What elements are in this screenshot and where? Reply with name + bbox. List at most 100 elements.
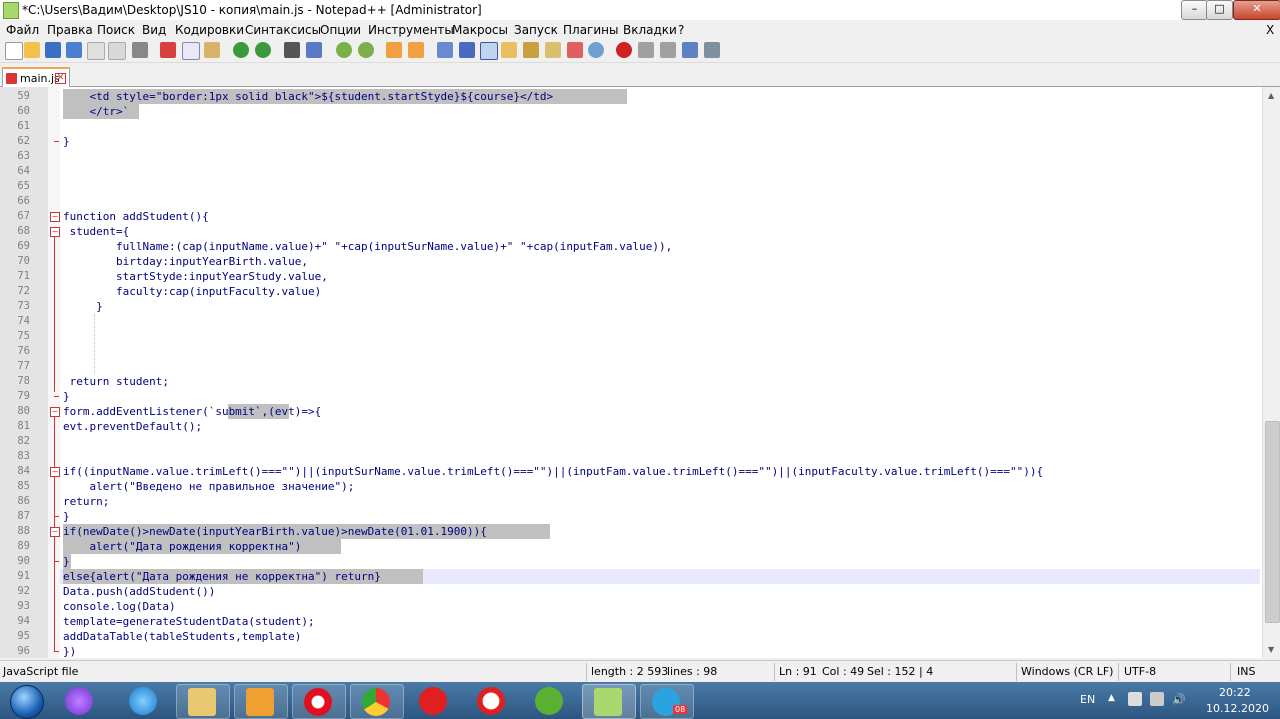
minimize-button[interactable]: – [1181, 0, 1208, 20]
yandex-icon [419, 687, 447, 715]
status-divider [586, 663, 587, 681]
code-line: 73 } [17, 300, 103, 313]
menu-tabs[interactable]: Вкладки [623, 23, 677, 37]
code-line: 77 [17, 360, 30, 372]
undo-icon[interactable] [233, 42, 249, 58]
telegram-badge: 08 [673, 705, 688, 714]
taskbar-alisa[interactable] [54, 684, 106, 717]
doc-map-icon[interactable] [523, 42, 539, 58]
scroll-up-icon[interactable]: ▲ [1268, 91, 1274, 100]
stop-macro-icon[interactable] [638, 42, 654, 58]
close-button[interactable]: ✕ [1233, 0, 1280, 20]
show-all-chars-icon[interactable] [459, 42, 475, 58]
paste-icon[interactable] [204, 42, 220, 58]
monitoring-icon[interactable] [588, 42, 604, 58]
save-macro-icon[interactable] [704, 42, 720, 58]
maximize-button[interactable]: □ [1206, 0, 1233, 20]
folder-icon [188, 688, 216, 716]
action-center-icon[interactable] [1128, 692, 1142, 706]
function-list-icon[interactable] [545, 42, 561, 58]
code-line: 85 alert("Введено не правильное значение… [17, 480, 355, 493]
print-icon[interactable] [132, 42, 148, 58]
menu-encoding[interactable]: Кодировки [175, 23, 244, 37]
status-length: length : 2 593 [591, 665, 669, 678]
cut-icon[interactable] [160, 42, 176, 58]
clock-date[interactable]: 10.12.2020 [1206, 702, 1269, 715]
tab-close-icon[interactable]: ✕ [55, 73, 66, 84]
taskbar-opera[interactable] [292, 684, 346, 719]
menu-syntax[interactable]: Синтаксисы [245, 23, 321, 37]
menu-run[interactable]: Запуск [514, 23, 558, 37]
language-indicator[interactable]: EN [1080, 693, 1095, 706]
status-filetype: JavaScript file [3, 665, 79, 678]
close-all-icon[interactable] [108, 42, 126, 60]
start-button[interactable] [2, 683, 50, 719]
code-editor[interactable]: − − − − − 59 <td style="border:1px solid… [0, 87, 1262, 658]
sync-horizontal-icon[interactable] [408, 42, 424, 58]
code-line: 82 [17, 435, 30, 447]
alisa-icon [65, 687, 93, 715]
zoom-out-icon[interactable] [358, 42, 374, 58]
volume-icon[interactable]: 🔊 [1172, 693, 1186, 706]
status-lines: lines : 98 [667, 665, 718, 678]
save-all-icon[interactable] [66, 42, 82, 58]
redo-icon[interactable] [255, 42, 271, 58]
taskbar-explorer[interactable] [176, 684, 230, 719]
code-line: 59 <td style="border:1px solid black">${… [17, 90, 554, 103]
word-wrap-icon[interactable] [437, 42, 453, 58]
taskbar-yandex[interactable] [408, 684, 460, 717]
find-icon[interactable] [284, 42, 300, 58]
folder-as-workspace-icon[interactable] [567, 42, 583, 58]
status-bar: JavaScript file length : 2 593 lines : 9… [0, 660, 1280, 683]
menu-plugins[interactable]: Плагины [563, 23, 618, 37]
show-hidden-icons-icon[interactable]: ▲ [1108, 693, 1115, 703]
scrollbar-thumb[interactable] [1265, 421, 1280, 623]
menu-search[interactable]: Поиск [97, 23, 135, 37]
udl-icon[interactable] [501, 42, 517, 58]
run-macro-multiple-icon[interactable] [682, 42, 698, 58]
clock-time[interactable]: 20:22 [1219, 686, 1251, 699]
taskbar-utorrent[interactable] [524, 684, 576, 717]
save-icon[interactable] [45, 42, 61, 58]
indent-guide-icon[interactable] [480, 42, 498, 60]
network-icon[interactable] [1150, 692, 1164, 706]
menu-view[interactable]: Вид [142, 23, 166, 37]
code-line: 70 birtday:inputYearBirth.value, [17, 255, 309, 268]
scroll-down-icon[interactable]: ▼ [1268, 645, 1274, 654]
status-encoding: UTF-8 [1124, 665, 1157, 678]
taskbar-video[interactable] [234, 684, 288, 719]
play-macro-icon[interactable] [660, 42, 676, 58]
taskbar-notepad-plus-plus[interactable] [582, 684, 636, 719]
status-col: Col : 49 [822, 665, 865, 678]
sync-vertical-icon[interactable] [386, 42, 402, 58]
windows-logo-icon [10, 685, 44, 719]
vertical-scrollbar[interactable]: ▲ ▼ [1262, 87, 1280, 658]
replace-icon[interactable] [306, 42, 322, 58]
open-file-icon[interactable] [24, 42, 40, 58]
tab-main-js[interactable]: main.js ✕ [2, 67, 70, 88]
new-file-icon[interactable] [5, 42, 23, 60]
taskbar-chrome[interactable] [350, 684, 404, 719]
record-macro-icon[interactable] [616, 42, 632, 58]
taskbar-ie[interactable] [118, 684, 170, 717]
menu-file[interactable]: Файл [6, 23, 39, 37]
status-ln: Ln : 91 [779, 665, 817, 678]
status-divider [1230, 663, 1231, 681]
menu-help[interactable]: ? [678, 23, 684, 37]
copy-icon[interactable] [182, 42, 200, 60]
code-line: 63 [17, 150, 30, 162]
internet-explorer-icon [129, 687, 157, 715]
close-file-icon[interactable] [87, 42, 105, 60]
menu-edit[interactable]: Правка [47, 23, 93, 37]
menu-tools[interactable]: Инструменты [368, 23, 454, 37]
taskbar-telegram[interactable]: 08 [640, 684, 694, 719]
taskbar: 08 EN ▲ 🔊 20:22 10.12.2020 [0, 682, 1280, 719]
taskbar-yandex-browser[interactable] [466, 684, 518, 717]
zoom-in-icon[interactable] [336, 42, 352, 58]
close-document-button[interactable]: X [1266, 23, 1274, 37]
yandex-browser-icon [477, 687, 505, 715]
menu-macros[interactable]: Макросы [452, 23, 508, 37]
menu-options[interactable]: Опции [320, 23, 361, 37]
code-line: 94 template=generateStudentData(student); [17, 615, 315, 628]
code-line: 96}) [17, 645, 77, 658]
